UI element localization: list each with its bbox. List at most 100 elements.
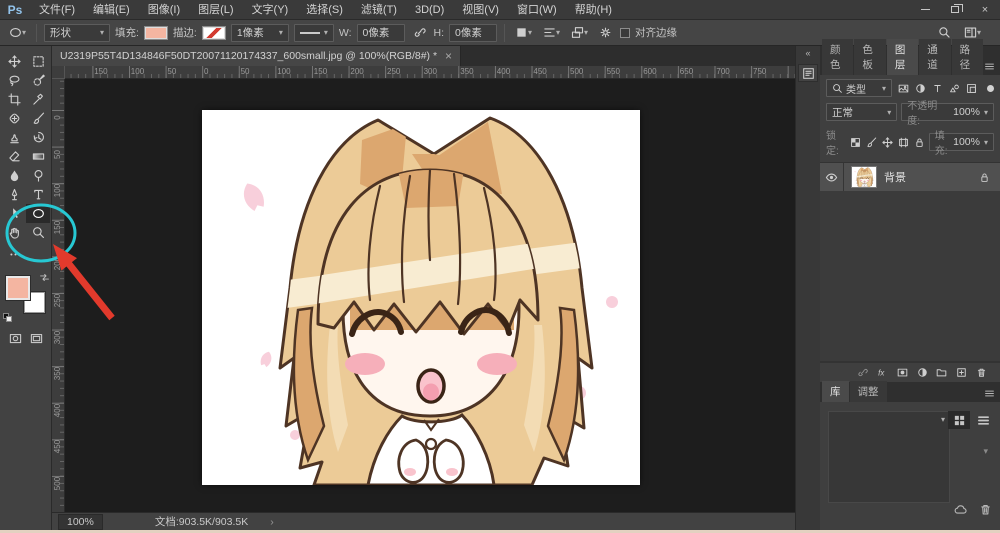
gradient-tool[interactable] [26, 147, 50, 166]
layer-row-background[interactable]: 背景 [820, 163, 1000, 191]
shape-settings-button[interactable] [596, 23, 615, 43]
quick-select-tool[interactable] [26, 71, 50, 90]
path-arrangement-button[interactable]: ▾ [568, 23, 591, 43]
library-list-area[interactable]: ▾ [828, 411, 950, 503]
menu-item-5[interactable]: 文字(Y) [243, 0, 298, 20]
path-alignment-button[interactable]: ▾ [540, 23, 563, 43]
lasso-tool[interactable] [2, 71, 26, 90]
filter-adjustment-layers-button[interactable] [915, 83, 926, 94]
menu-item-3[interactable]: 图像(I) [139, 0, 189, 20]
library-collapse-chevron[interactable]: ▾ [983, 446, 988, 457]
filter-pixel-layers-button[interactable] [898, 83, 909, 94]
tool-mode-select[interactable]: 形状 ▾ [44, 23, 111, 42]
path-select-tool[interactable] [2, 204, 26, 223]
zoom-tool[interactable] [26, 223, 50, 242]
healing-brush-tool[interactable] [2, 109, 26, 128]
stroke-width-field[interactable]: 1像素 ▾ [230, 23, 289, 42]
eraser-tool[interactable] [2, 147, 26, 166]
new-layer-button[interactable] [956, 367, 967, 378]
dock-tab-库[interactable]: 库 [822, 381, 849, 402]
lock-artboard-button[interactable] [898, 137, 909, 148]
stroke-color-swatch[interactable] [201, 25, 226, 40]
tab-close-icon[interactable]: × [445, 49, 452, 63]
canvas-viewport[interactable] [65, 79, 795, 512]
crop-tool[interactable] [2, 90, 26, 109]
library-list-view-button[interactable] [972, 411, 994, 429]
delete-layer-button[interactable] [976, 367, 987, 378]
horizontal-ruler[interactable]: 150 100 50 0 50 100 150 200 250 300 350 400 450 500 55… [65, 66, 795, 79]
layer-styles-button[interactable]: fx [877, 367, 888, 378]
menu-item-9[interactable]: 视图(V) [453, 0, 508, 20]
panel-menu-icon[interactable] [984, 61, 995, 75]
menu-item-4[interactable]: 图层(L) [189, 0, 242, 20]
library-delete-button[interactable] [979, 503, 992, 516]
panel-tab-色板[interactable]: 色板 [854, 39, 886, 75]
eyedropper-tool[interactable] [26, 90, 50, 109]
stroke-type-select[interactable]: ▾ [293, 23, 334, 42]
minimize-button[interactable] [910, 0, 940, 20]
add-layer-mask-button[interactable] [897, 367, 908, 378]
new-adjustment-layer-button[interactable] [917, 367, 928, 378]
dodge-tool[interactable] [26, 166, 50, 185]
filter-type-layers-button[interactable] [932, 83, 943, 94]
menu-item-11[interactable]: 帮助(H) [566, 0, 621, 20]
restore-button[interactable] [940, 0, 970, 20]
ellipse-tool[interactable] [26, 204, 50, 223]
shape-height-field[interactable]: 0像素 [449, 23, 497, 42]
layer-filter-select[interactable]: 类型 ▾ [826, 79, 892, 97]
fill-field[interactable]: 填充: 100% ▾ [928, 131, 994, 157]
link-dimensions-button[interactable] [410, 23, 429, 43]
lock-transparent-pixels-button[interactable] [850, 137, 861, 148]
move-tool[interactable] [2, 52, 26, 71]
panel-menu-icon[interactable] [984, 388, 995, 402]
edit-toolbar-button[interactable] [3, 246, 27, 262]
vertical-ruler[interactable]: 0 50 100 150 200 250 300 350 400 450 500 [52, 79, 65, 512]
close-button[interactable]: × [970, 0, 1000, 20]
history-brush-tool[interactable] [26, 128, 50, 147]
lock-all-button[interactable] [914, 137, 925, 148]
clone-stamp-tool[interactable] [2, 128, 26, 147]
foreground-color-swatch[interactable] [5, 275, 31, 301]
library-grid-view-button[interactable] [948, 411, 970, 429]
link-layers-button[interactable] [857, 367, 868, 378]
panel-tab-通道[interactable]: 通道 [919, 39, 951, 75]
blur-tool[interactable] [2, 166, 26, 185]
menu-item-1[interactable]: 文件(F) [30, 0, 84, 20]
lock-image-pixels-button[interactable] [866, 136, 877, 148]
search-button[interactable] [938, 26, 951, 39]
menu-item-2[interactable]: 编辑(E) [84, 0, 139, 20]
library-sync-button[interactable] [954, 503, 967, 516]
panel-tab-颜色[interactable]: 颜色 [822, 39, 854, 75]
filtering-toggle[interactable] [987, 84, 994, 92]
filter-smart-objects-button[interactable] [966, 83, 977, 94]
default-colors-button[interactable] [3, 313, 13, 323]
blend-mode-select[interactable]: 正常 ▾ [826, 103, 898, 121]
panel-tab-图层[interactable]: 图层 [886, 39, 919, 75]
menu-item-10[interactable]: 窗口(W) [508, 0, 566, 20]
open-image-chibi-girl[interactable] [202, 110, 640, 485]
layer-visibility-toggle[interactable] [820, 163, 844, 191]
ruler-origin-corner[interactable] [52, 66, 65, 79]
fill-color-swatch[interactable] [143, 25, 168, 40]
quick-mask-button[interactable] [9, 332, 22, 345]
type-tool[interactable] [26, 185, 50, 204]
path-operations-button[interactable]: ▾ [512, 23, 535, 43]
menu-item-6[interactable]: 选择(S) [297, 0, 352, 20]
dock-tab-调整[interactable]: 调整 [849, 381, 887, 402]
panel-tab-路径[interactable]: 路径 [951, 39, 984, 75]
expand-panels-button[interactable]: « [796, 46, 820, 58]
swap-colors-button[interactable] [39, 272, 50, 283]
align-edges-checkbox[interactable] [620, 27, 631, 38]
new-group-button[interactable] [936, 367, 947, 378]
brush-tool[interactable] [26, 109, 50, 128]
shape-width-field[interactable]: 0像素 [356, 23, 405, 42]
hand-tool[interactable] [2, 223, 26, 242]
menu-item-7[interactable]: 滤镜(T) [352, 0, 406, 20]
marquee-tool[interactable] [26, 52, 50, 71]
opacity-field[interactable]: 不透明度: 100% ▾ [901, 101, 994, 127]
properties-panel-button[interactable] [798, 64, 818, 82]
status-options-chevron[interactable]: › [270, 516, 274, 528]
document-tab[interactable]: U2319P55T4D134846F50DT20071120174337_600… [52, 46, 462, 66]
menu-item-8[interactable]: 3D(D) [406, 0, 453, 20]
screen-mode-button[interactable] [30, 332, 43, 345]
